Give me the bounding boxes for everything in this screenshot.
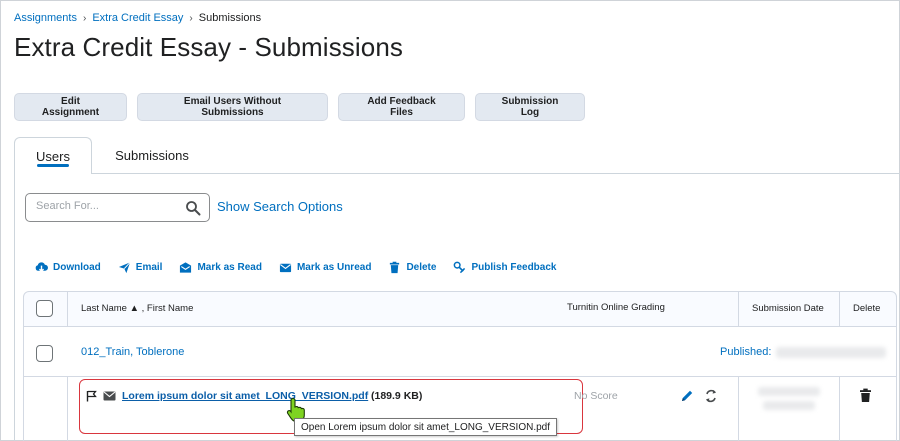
column-header-turnitin: Turnitin Online Grading — [567, 302, 665, 313]
email-action[interactable]: Email — [118, 261, 163, 274]
row-checkbox[interactable] — [36, 345, 53, 362]
mark-as-unread-label: Mark as Unread — [296, 262, 372, 273]
envelope-icon — [103, 391, 116, 401]
submission-log-button[interactable]: Submission Log — [475, 93, 585, 121]
select-all-checkbox[interactable] — [36, 300, 53, 317]
column-header-submission-date[interactable]: Submission Date — [752, 303, 824, 314]
envelope-icon — [279, 263, 292, 273]
page-title: Extra Credit Essay - Submissions — [14, 32, 403, 62]
tab-bar: Users Submissions — [14, 137, 212, 174]
mark-as-unread-action[interactable]: Mark as Unread — [279, 261, 371, 274]
publish-feedback-label: Publish Feedback — [471, 262, 557, 273]
mark-as-read-label: Mark as Read — [197, 262, 262, 273]
tab-users[interactable]: Users — [14, 137, 92, 174]
breadcrumb: Assignments › Extra Credit Essay › Submi… — [14, 12, 261, 24]
column-divider — [67, 377, 68, 441]
flag-icon[interactable] — [86, 390, 97, 402]
file-size: (189.9 KB) — [371, 390, 423, 402]
column-header-delete: Delete — [853, 303, 881, 314]
edit-assignment-button[interactable]: Edit Assignment — [14, 93, 127, 121]
download-action[interactable]: Download — [35, 261, 101, 274]
button-toolbar: Edit Assignment Email Users Without Subm… — [14, 93, 585, 121]
add-feedback-files-button[interactable]: Add Feedback Files — [338, 93, 465, 121]
tab-submissions[interactable]: Submissions — [92, 137, 212, 174]
sync-icon[interactable] — [704, 388, 718, 404]
pencil-icon[interactable] — [680, 389, 694, 403]
redacted-submission-time — [763, 401, 815, 410]
redacted-submission-date — [758, 387, 820, 396]
chevron-right-icon: › — [82, 12, 87, 24]
column-divider — [738, 377, 739, 441]
download-label: Download — [53, 262, 101, 273]
search-icon[interactable] — [185, 200, 201, 216]
sort-ascending-icon: ▲ — [129, 303, 139, 314]
search-box — [25, 193, 210, 222]
redacted-date — [776, 347, 886, 358]
file-link-tooltip: Open Lorem ipsum dolor sit amet_LONG_VER… — [294, 418, 557, 436]
breadcrumb-assignments[interactable]: Assignments — [14, 12, 77, 24]
mark-as-read-action[interactable]: Mark as Read — [179, 261, 262, 274]
send-icon — [118, 262, 131, 274]
email-users-button[interactable]: Email Users Without Submissions — [137, 93, 328, 121]
search-input[interactable] — [36, 200, 176, 212]
column-divider — [839, 291, 840, 327]
column-header-name[interactable]: Last Name ▲ , First Name — [81, 303, 193, 314]
action-bar: Download Email Mark as Read Mark as Unre… — [35, 261, 556, 274]
chevron-right-icon: › — [189, 12, 193, 24]
download-icon — [35, 262, 48, 273]
column-divider — [839, 377, 840, 441]
student-name-link[interactable]: 012_Train, Toblerone — [81, 346, 184, 358]
breadcrumb-current: Submissions — [198, 12, 262, 24]
column-header-last-name: Last Name — [81, 303, 127, 314]
submission-file-link[interactable]: Lorem ipsum dolor sit amet_LONG_VERSION.… — [122, 390, 368, 402]
email-label: Email — [135, 262, 163, 273]
column-header-first-name: , First Name — [141, 303, 194, 314]
trash-icon[interactable] — [859, 388, 872, 403]
show-search-options-link[interactable]: Show Search Options — [217, 199, 343, 214]
published-status: Published: — [720, 346, 772, 358]
column-divider — [67, 291, 68, 327]
delete-action[interactable]: Delete — [388, 261, 436, 274]
delete-label: Delete — [406, 262, 437, 273]
publish-feedback-action[interactable]: Publish Feedback — [453, 261, 556, 274]
column-divider — [738, 291, 739, 327]
breadcrumb-extra-credit-essay[interactable]: Extra Credit Essay — [92, 12, 183, 24]
publish-icon — [454, 261, 466, 274]
score-value: No Score — [574, 390, 618, 402]
trash-icon — [390, 261, 400, 274]
mark-read-icon — [180, 262, 192, 273]
